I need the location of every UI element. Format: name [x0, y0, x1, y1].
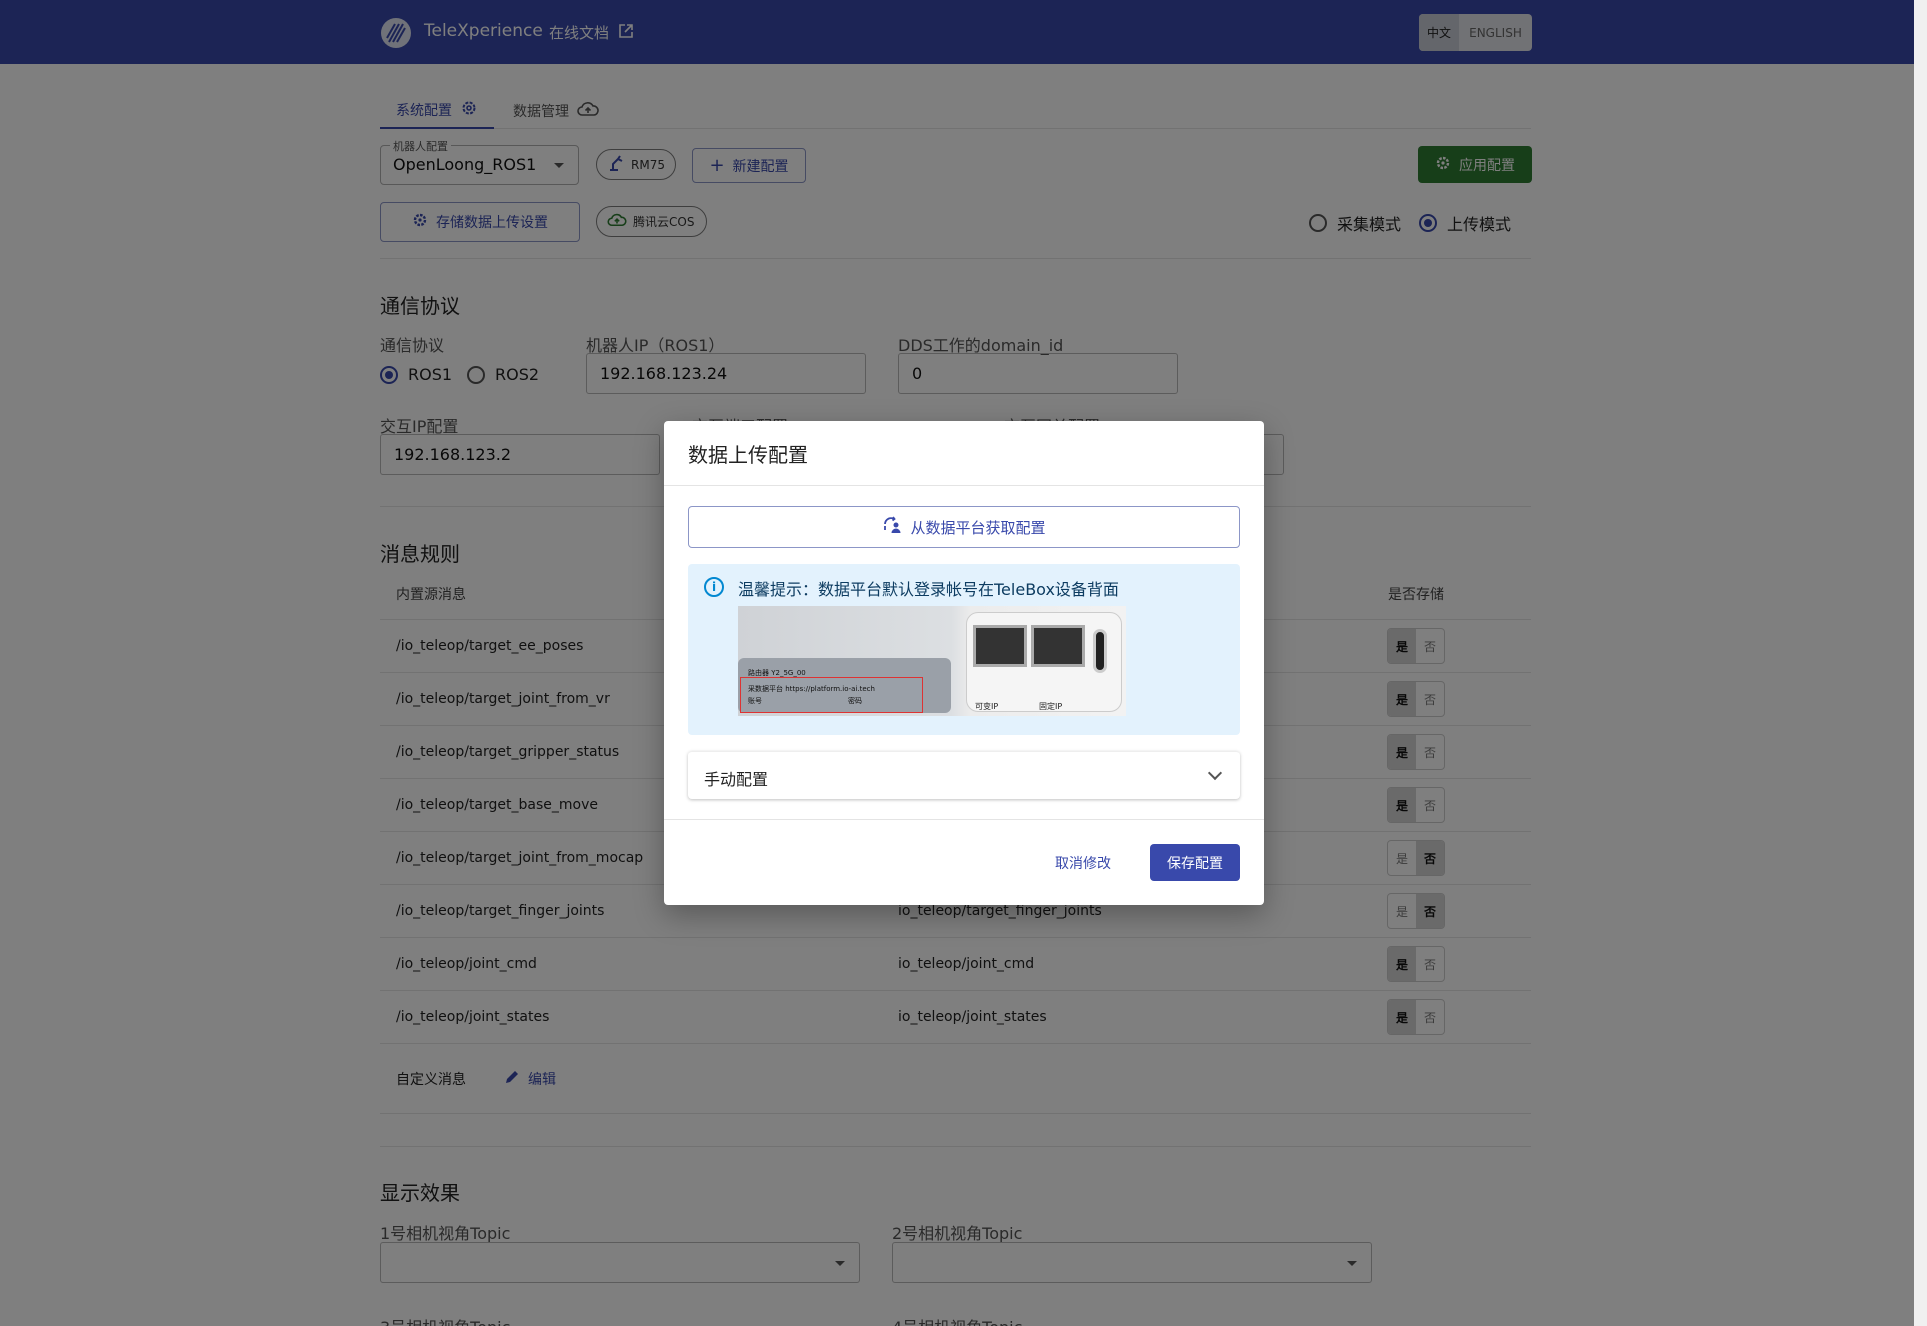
info-alert: i 温馨提示：数据平台默认登录帐号在TeleBox设备背面 路由器 Y2_5G_…	[688, 564, 1240, 735]
info-icon: i	[704, 577, 724, 597]
divider	[664, 485, 1264, 486]
dialog-title: 数据上传配置	[688, 443, 808, 467]
manual-config-accordion[interactable]: 手动配置	[688, 751, 1240, 799]
ethernet-port-icon	[1031, 625, 1085, 667]
variable-ip-label: 可变IP	[975, 702, 999, 711]
divider	[664, 819, 1264, 820]
scrollbar[interactable]	[1914, 0, 1927, 1326]
info-alert-text: 温馨提示：数据平台默认登录帐号在TeleBox设备背面	[738, 580, 1119, 599]
fetch-from-platform-button[interactable]: 从数据平台获取配置	[688, 506, 1240, 548]
chevron-down-icon	[1207, 765, 1223, 781]
usb-port-icon	[1093, 629, 1107, 673]
device-label-photo: 路由器 Y2_5G_00 采数据平台 https://platform.io-a…	[738, 606, 1126, 716]
fetch-from-platform-label: 从数据平台获取配置	[910, 518, 1046, 537]
modal-backdrop-top	[0, 0, 1914, 64]
manual-config-label: 手动配置	[704, 770, 769, 789]
ethernet-port-icon	[973, 625, 1027, 667]
upload-config-dialog: 数据上传配置 从数据平台获取配置 i 温馨提示：数据平台默认登录帐号在TeleB…	[664, 421, 1264, 905]
telebox-device: 可变IP 固定IP	[966, 612, 1122, 712]
sync-account-icon	[882, 516, 902, 538]
save-config-button[interactable]: 保存配置	[1150, 844, 1240, 881]
highlight-box	[740, 677, 923, 713]
fixed-ip-label: 固定IP	[1039, 702, 1063, 711]
cancel-button[interactable]: 取消修改	[1055, 853, 1111, 873]
